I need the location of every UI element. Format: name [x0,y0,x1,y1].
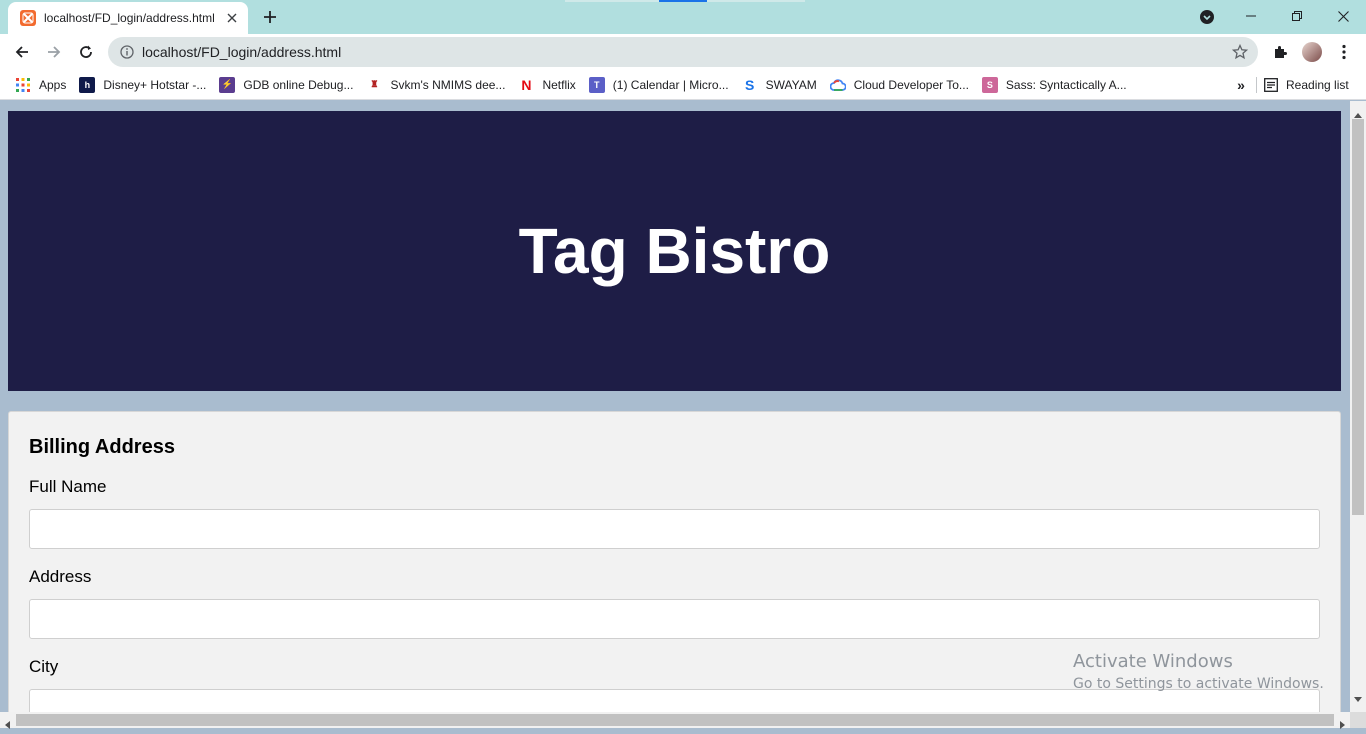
scroll-down-icon[interactable] [1354,690,1362,708]
teams-icon: T [588,76,605,93]
bookmark-label: Sass: Syntactically A... [1005,77,1127,92]
kebab-menu-icon[interactable] [1332,40,1356,64]
bookmark-cloud-dev[interactable]: Cloud Developer To... [825,73,977,97]
windows-activation-watermark: Activate Windows Go to Settings to activ… [1073,651,1324,692]
hero-banner: Tag Bistro [8,111,1341,391]
bookmark-nmims[interactable]: ♜ Svkm's NMIMS dee... [361,73,513,97]
netflix-icon: N [518,76,535,93]
address-field[interactable] [29,599,1320,639]
bookmarks-overflow-button[interactable]: » [1230,73,1252,97]
hero-title: Tag Bistro [518,215,831,287]
bookmark-label: SWAYAM [765,77,817,92]
xampp-icon [20,10,36,26]
reload-icon[interactable] [72,38,100,66]
bookmark-apps[interactable]: Apps [10,73,74,97]
extensions-puzzle-icon[interactable] [1268,40,1292,64]
bookmark-netflix[interactable]: N Netflix [513,73,583,97]
bookmark-calendar[interactable]: T (1) Calendar | Micro... [584,73,737,97]
hotstar-icon: h [79,76,96,93]
reading-list-button[interactable]: Reading list [1264,73,1349,97]
full-name-field[interactable] [29,509,1320,549]
bookmark-label: Cloud Developer To... [853,77,969,92]
reading-list-icon [1264,78,1278,92]
form-heading: Billing Address [29,436,175,458]
window-close-icon[interactable] [1320,0,1366,32]
bookmark-label: Disney+ Hotstar -... [103,77,207,92]
scrollbar-corner [1350,712,1366,728]
gdb-icon: ⚡ [219,76,236,93]
bookmark-label: Apps [39,77,67,92]
bookmark-sass[interactable]: S Sass: Syntactically A... [977,73,1135,97]
page-viewport: Tag Bistro Billing Address Full Name Add… [0,101,1350,712]
tab-title: localhost/FD_login/address.html [44,11,215,25]
vertical-scroll-thumb[interactable] [1352,119,1364,515]
tabstrip-highlight-accent [659,0,707,2]
swayam-icon: S [741,76,758,93]
apps-grid-icon [15,77,31,93]
avatar [1302,42,1322,62]
address-label: Address [29,567,92,586]
minimize-icon[interactable] [1228,0,1274,32]
tab-search-icon[interactable] [1196,6,1218,28]
reading-list-label: Reading list [1286,78,1349,92]
sass-icon: S [981,76,998,93]
bookmark-label: Netflix [542,77,576,92]
full-name-label: Full Name [29,477,107,496]
google-cloud-icon [829,77,846,93]
browser-toolbar: localhost/FD_login/address.html [0,34,1366,70]
city-field[interactable] [29,689,1320,712]
forward-arrow-icon[interactable] [40,38,68,66]
bookmarks-divider [1256,77,1257,93]
back-arrow-icon[interactable] [8,38,36,66]
horizontal-scrollbar[interactable] [0,712,1350,729]
bookmark-label: GDB online Debug... [243,77,354,92]
bookmark-gdb[interactable]: ⚡ GDB online Debug... [214,73,361,97]
bookmark-label: Svkm's NMIMS dee... [390,77,506,92]
scroll-right-icon[interactable] [1340,716,1346,734]
bookmark-label: (1) Calendar | Micro... [612,77,729,92]
watermark-subtitle: Go to Settings to activate Windows. [1073,676,1324,692]
url-text[interactable]: localhost/FD_login/address.html [142,44,1228,60]
bookmark-swayam[interactable]: S SWAYAM [737,73,825,97]
restore-icon[interactable] [1274,0,1320,32]
close-icon[interactable] [224,10,240,26]
bookmarks-bar: Apps h Disney+ Hotstar -... ⚡ GDB online… [0,70,1366,100]
browser-tab-active[interactable]: localhost/FD_login/address.html [8,2,248,34]
bookmark-star-icon[interactable] [1228,40,1252,64]
address-bar[interactable]: localhost/FD_login/address.html [108,37,1258,67]
vertical-scrollbar[interactable] [1350,101,1366,712]
tab-strip: localhost/FD_login/address.html [0,0,1366,34]
nmims-icon: ♜ [366,76,383,93]
horizontal-scroll-thumb[interactable] [16,714,1334,726]
new-tab-button[interactable] [258,5,282,29]
scroll-left-icon[interactable] [4,716,10,734]
watermark-title: Activate Windows [1073,651,1233,672]
info-icon[interactable] [120,45,134,59]
profile-avatar[interactable] [1300,40,1324,64]
bookmark-hotstar[interactable]: h Disney+ Hotstar -... [74,73,214,97]
